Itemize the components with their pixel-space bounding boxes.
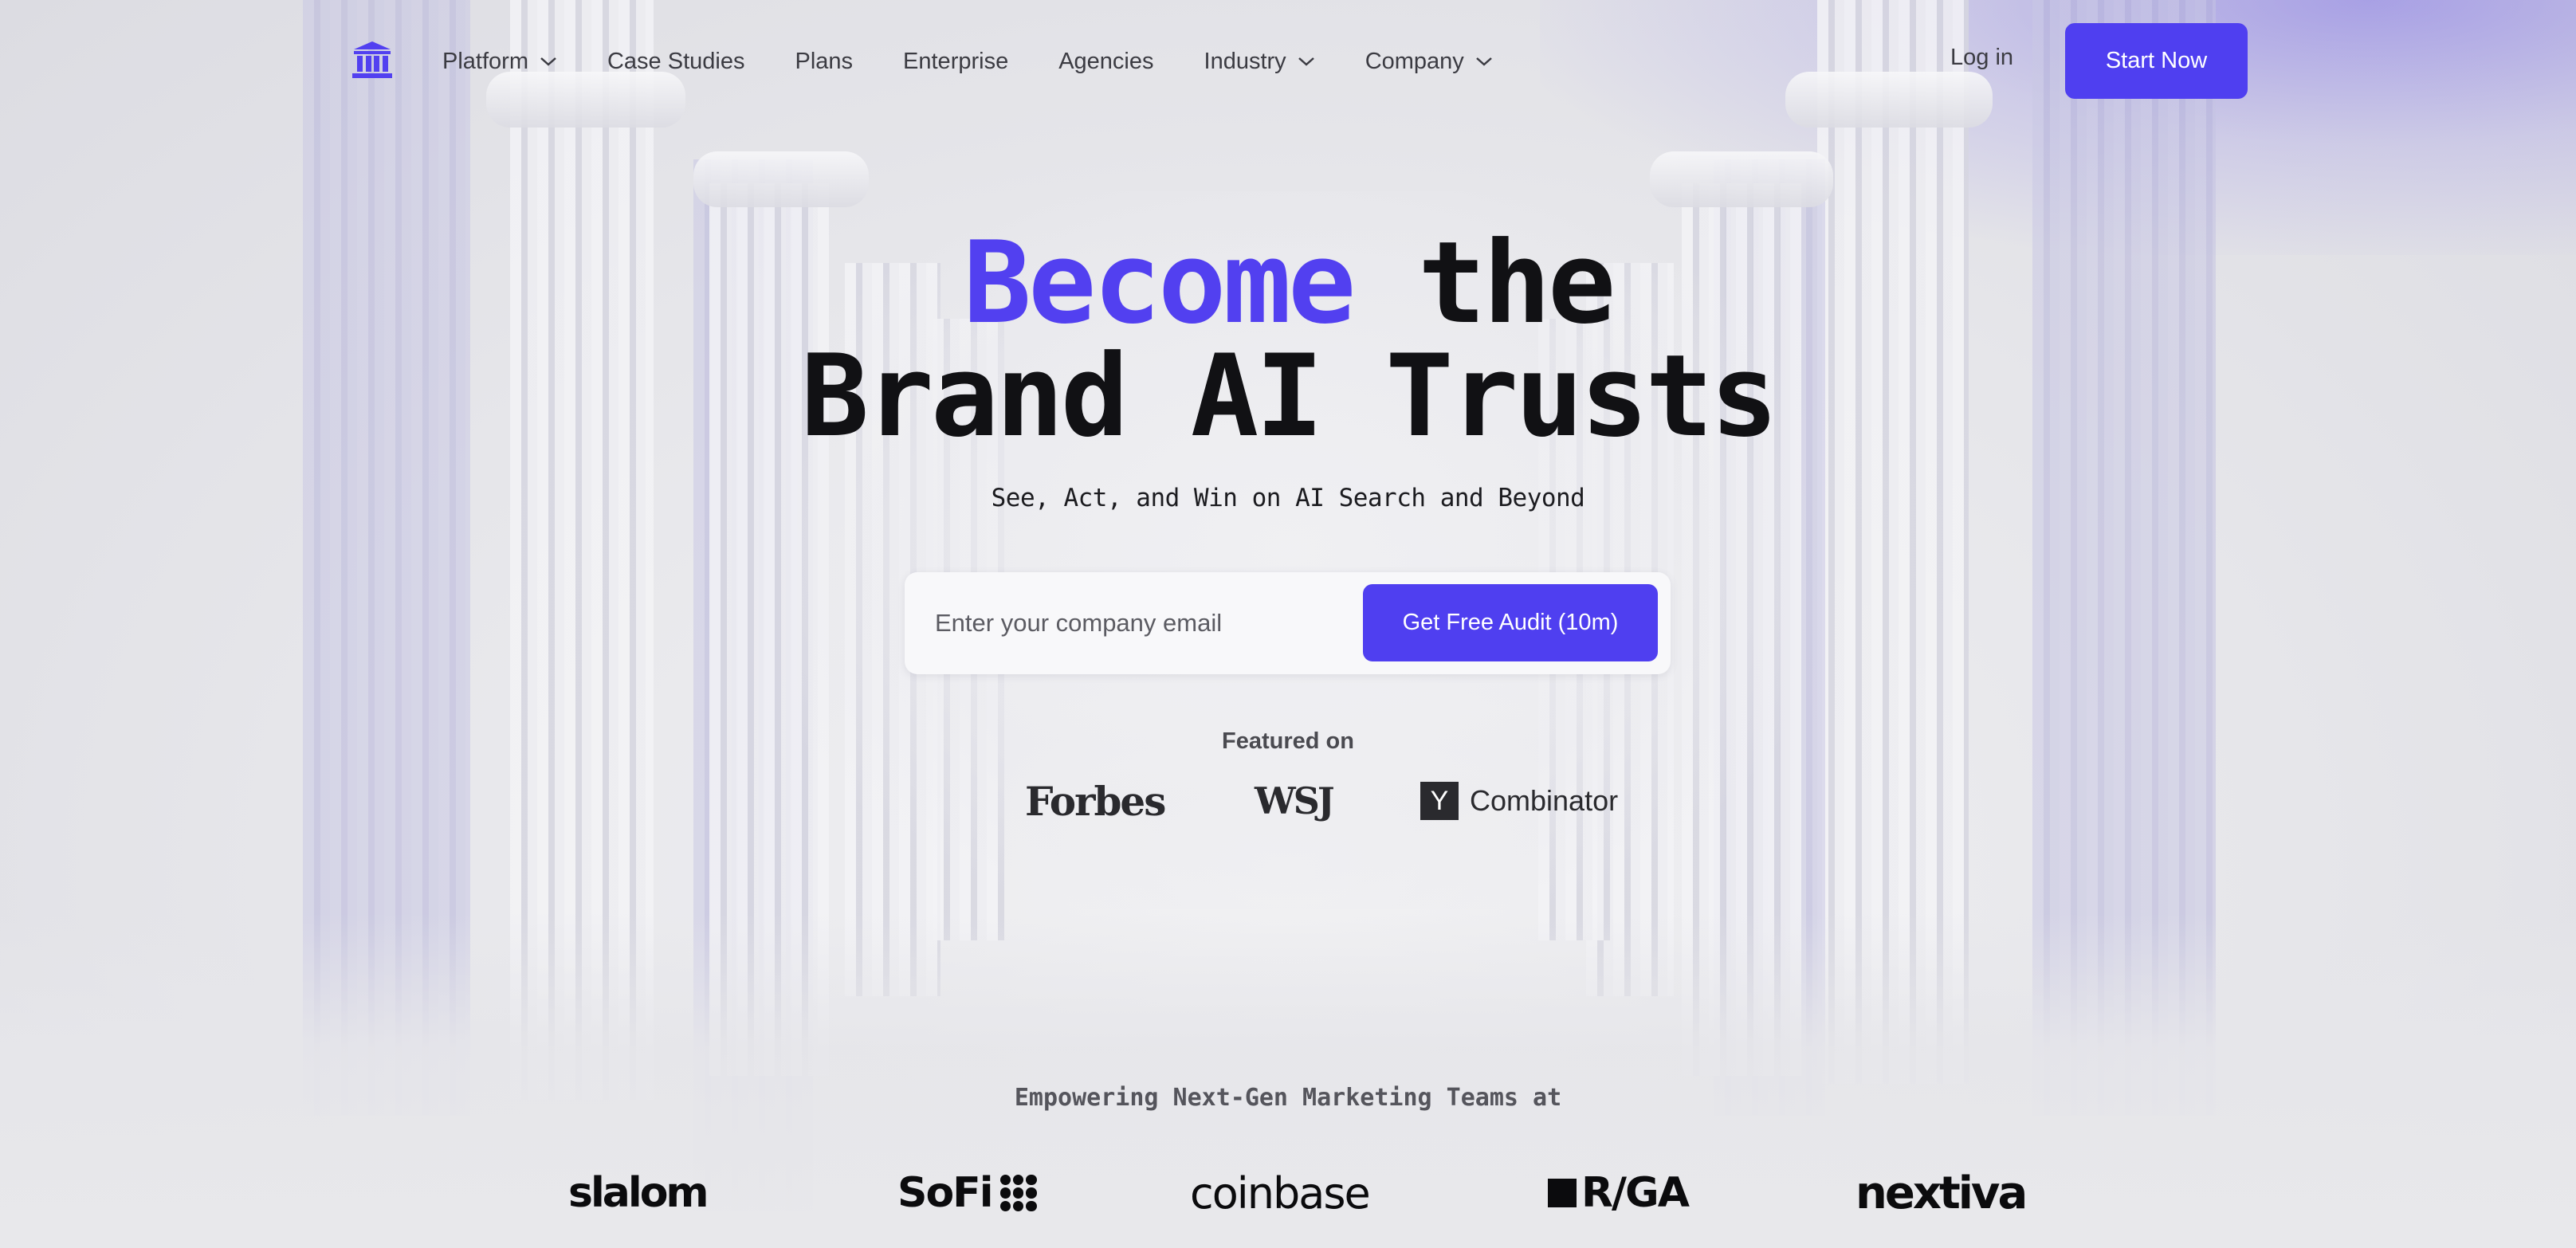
nav-item-label: Case Studies: [607, 48, 745, 74]
hero-title-accent: Become: [963, 218, 1357, 349]
hero-subtitle: See, Act, and Win on AI Search and Beyon…: [991, 484, 1585, 512]
nav-item-case-studies[interactable]: Case Studies: [607, 49, 745, 75]
top-navigation: Platform Case Studies Plans Enterprise A…: [0, 0, 2576, 121]
nav-item-label: Plans: [795, 48, 854, 74]
customers-label: Empowering Next-Gen Marketing Teams at: [1014, 1084, 1562, 1112]
slalom-logo: slalom: [568, 1169, 709, 1217]
sofi-logo: SoFi: [897, 1165, 1037, 1221]
rga-square-icon: [1548, 1179, 1577, 1207]
nav-item-company[interactable]: Company: [1365, 49, 1493, 75]
rga-wordmark: R/GA: [1581, 1169, 1690, 1217]
y-combinator-text: Combinator: [1470, 784, 1619, 817]
chevron-down-icon: [1475, 57, 1492, 66]
chevron-down-icon: [540, 57, 556, 66]
forbes-logo: Forbes: [1025, 777, 1166, 825]
y-combinator-logo: Y Combinator: [1420, 777, 1618, 825]
nav-links: Platform Case Studies Plans Enterprise A…: [442, 40, 1543, 83]
company-email-input[interactable]: [935, 595, 1365, 652]
coinbase-logo: coinbase: [1190, 1168, 1371, 1219]
nav-item-label: Platform: [442, 48, 528, 74]
wsj-logo: WSJ: [1255, 779, 1335, 822]
chevron-down-icon: [1298, 57, 1314, 66]
nav-item-platform[interactable]: Platform: [442, 49, 557, 75]
nav-item-label: Agencies: [1058, 48, 1154, 74]
email-signup-form: Get Free Audit (10m): [905, 572, 1671, 674]
bank-columns-icon[interactable]: [351, 40, 394, 80]
nextiva-logo: nextiva: [1855, 1167, 2028, 1219]
nav-item-industry[interactable]: Industry: [1204, 49, 1315, 75]
sofi-dots-icon: [999, 1175, 1037, 1211]
start-now-button[interactable]: Start Now: [2065, 23, 2248, 99]
nav-item-label: Enterprise: [903, 48, 1009, 74]
rga-logo: R/GA: [1548, 1165, 1690, 1221]
hero-title-line2: Brand AI Trusts: [800, 331, 1778, 462]
nav-item-label: Company: [1365, 48, 1464, 74]
hero-title-rest: the: [1353, 218, 1616, 349]
landing-page: Platform Case Studies Plans Enterprise A…: [0, 0, 2576, 1248]
get-free-audit-button[interactable]: Get Free Audit (10m): [1363, 584, 1658, 661]
login-link[interactable]: Log in: [1950, 45, 2013, 71]
featured-on-label: Featured on: [1222, 728, 1354, 754]
hero-title: Become the Brand AI Trusts: [0, 227, 2576, 453]
nav-item-agencies[interactable]: Agencies: [1058, 49, 1153, 75]
nav-item-enterprise[interactable]: Enterprise: [903, 49, 1008, 75]
sofi-wordmark: SoFi: [897, 1169, 994, 1217]
nav-item-plans[interactable]: Plans: [795, 49, 853, 75]
y-combinator-mark: Y: [1420, 782, 1459, 820]
nav-item-label: Industry: [1204, 48, 1286, 74]
